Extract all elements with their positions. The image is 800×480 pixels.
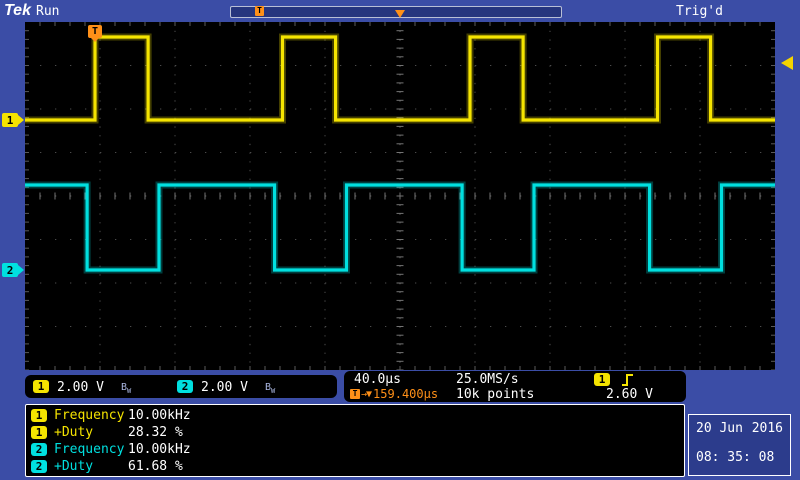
ch1-scale: 2.00 V: [57, 380, 104, 395]
ch2-badge: 2: [31, 443, 47, 456]
measurement-value: 10.00kHz: [128, 408, 191, 423]
record-trigger-position-icon[interactable]: T: [255, 6, 264, 16]
horizontal-trigger-readout: 40.0µs 25.0MS/s 1 T →▼ 159.400µs 10k poi…: [344, 371, 686, 402]
measurement-label: Frequency: [54, 408, 125, 423]
trigger-level-value: 2.60 V: [606, 387, 653, 402]
measurement-value: 61.68 %: [128, 459, 183, 474]
trigger-delay-t-icon: T: [350, 389, 360, 399]
ch1-bandwidth-indicator: BW: [121, 382, 132, 395]
trigger-time-marker[interactable]: T: [88, 25, 102, 42]
measurement-row: 1 +Duty 28.32 %: [26, 424, 684, 441]
measurement-value: 28.32 %: [128, 425, 183, 440]
measurement-value: 10.00kHz: [128, 442, 191, 457]
datetime-panel: 20 Jun 2016 08: 35: 08: [688, 414, 791, 476]
ch2-marker-label: 2: [2, 263, 18, 277]
acquisition-status: Run: [36, 4, 60, 19]
sample-rate: 25.0MS/s: [456, 372, 519, 387]
measurement-row: 2 +Duty 61.68 %: [26, 458, 684, 475]
oscilloscope-screen: Tek Run T Trig'd T 1 2 1 2.00 V BW 2 2.0…: [0, 0, 800, 480]
trigger-delay-value: 159.400µs: [373, 387, 439, 401]
ch2-badge: 2: [31, 460, 47, 473]
ch2-scale: 2.00 V: [201, 380, 248, 395]
measurement-label: Frequency: [54, 442, 125, 457]
ch1-marker-label: 1: [2, 113, 18, 127]
waveform-display: T: [25, 22, 775, 370]
ch1-marker-arrow-icon: [18, 115, 24, 125]
year-value: 2016: [751, 421, 783, 436]
trigger-slope-rising-icon: [622, 374, 633, 386]
measurement-label: +Duty: [54, 459, 94, 474]
horizontal-scale: 40.0µs: [354, 372, 401, 387]
ch1-badge: 1: [31, 426, 47, 439]
trigger-level-arrow-icon[interactable]: [781, 56, 793, 70]
trigger-position-arrow-icon[interactable]: [395, 10, 405, 18]
ch1-ground-marker[interactable]: 1: [2, 113, 24, 127]
measurement-label: +Duty: [54, 425, 94, 440]
trigger-delay-arrow-icon: →▼: [361, 388, 372, 400]
channel-scale-readout: 1 2.00 V BW 2 2.00 V BW: [25, 375, 337, 398]
trigger-source-badge: 1: [594, 373, 610, 386]
ch2-ground-marker[interactable]: 2: [2, 263, 24, 277]
ch1-badge: 1: [33, 380, 49, 393]
trigger-delay-readout: T →▼ 159.400µs: [350, 387, 438, 401]
time-value: 08: 35: 08: [696, 450, 775, 465]
date-value: 20 Jun: [696, 421, 743, 436]
record-length: 10k points: [456, 387, 535, 402]
ch1-badge: 1: [31, 409, 47, 422]
measurement-row: 1 Frequency 10.00kHz: [26, 407, 684, 424]
ch2-badge: 2: [177, 380, 193, 393]
tek-logo: Tek: [4, 2, 31, 19]
ch2-marker-arrow-icon: [18, 265, 24, 275]
measurements-panel: 1 Frequency 10.00kHz 1 +Duty 28.32 % 2 F…: [25, 404, 685, 477]
waveform-traces: [25, 33, 775, 274]
measurement-row: 2 Frequency 10.00kHz: [26, 441, 684, 458]
trigger-status: Trig'd: [676, 4, 723, 19]
ch2-bandwidth-indicator: BW: [265, 382, 276, 395]
